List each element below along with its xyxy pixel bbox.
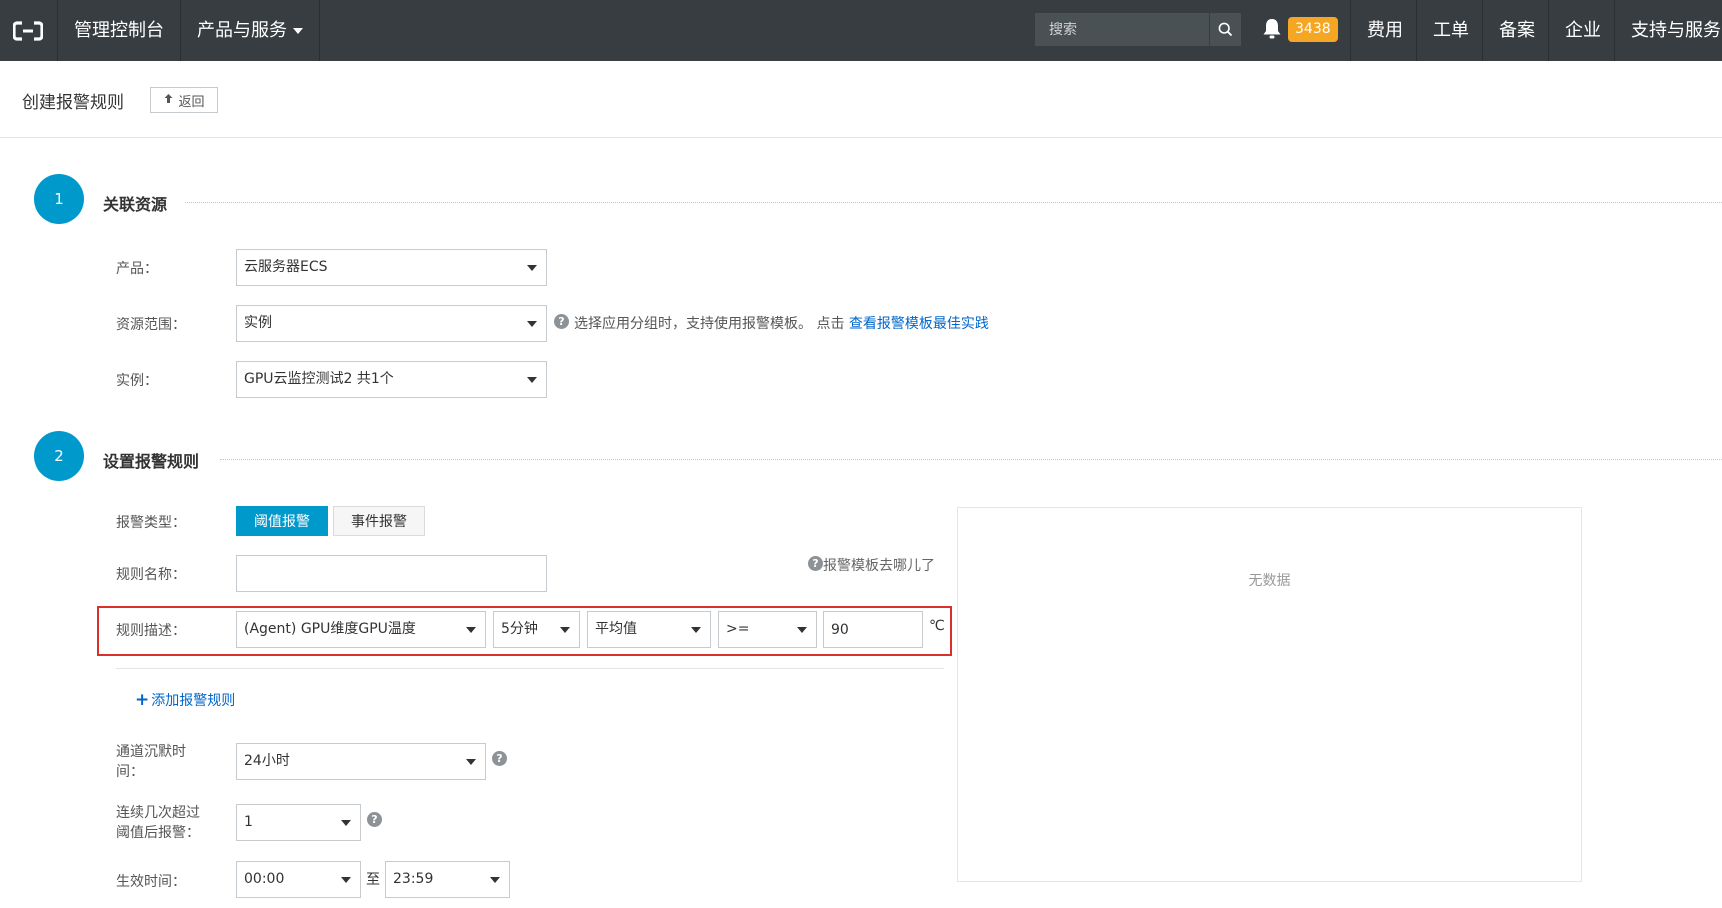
- chevron-down-icon: [797, 627, 807, 633]
- rule-name-input[interactable]: [236, 555, 547, 592]
- top-navbar: 管理控制台 产品与服务 3438 费用 工单 备案 企业 支持与服务: [0, 0, 1722, 61]
- chevron-down-icon: [466, 627, 476, 633]
- operator-select-value: >=: [726, 621, 750, 637]
- back-button-label: 返回: [178, 94, 205, 110]
- aliyun-logo-icon[interactable]: [0, 0, 56, 61]
- nav-icp-filing[interactable]: 备案: [1482, 0, 1551, 61]
- resource-scope-hint: 选择应用分组时，支持使用报警模板。 点击 查看报警模板最佳实践: [574, 313, 989, 333]
- products-menu[interactable]: 产品与服务: [180, 0, 320, 61]
- consecutive-count-value: 1: [244, 814, 253, 830]
- threshold-unit: ℃: [929, 618, 945, 634]
- template-best-practice-link[interactable]: 查看报警模板最佳实践: [849, 316, 989, 332]
- search-icon[interactable]: [1209, 13, 1241, 46]
- back-arrow-icon: [163, 93, 174, 108]
- effective-to-label: 至: [366, 872, 380, 888]
- chevron-down-icon: [341, 877, 351, 883]
- metric-chart-panel: 无数据: [957, 507, 1582, 882]
- console-home-link[interactable]: 管理控制台: [57, 0, 180, 61]
- no-data-text: 无数据: [1248, 573, 1291, 589]
- instance-label: 实例：: [116, 373, 158, 389]
- threshold-alarm-tab[interactable]: 阈值报警: [236, 506, 328, 536]
- products-menu-label: 产品与服务: [197, 20, 287, 41]
- step-1-title: 关联资源: [103, 195, 168, 214]
- question-circle-icon[interactable]: ?: [367, 812, 382, 827]
- period-select[interactable]: 5分钟: [493, 611, 580, 648]
- metric-select-value: (Agent) GPU维度GPU温度: [244, 621, 416, 637]
- effective-start-value: 00:00: [244, 871, 285, 887]
- statistic-select-value: 平均值: [595, 621, 637, 637]
- nav-billing[interactable]: 费用: [1350, 0, 1419, 61]
- rule-divider: [116, 668, 944, 669]
- question-circle-icon: ?: [554, 314, 569, 329]
- rule-description-label: 规则描述：: [116, 623, 186, 639]
- threshold-input[interactable]: [823, 611, 923, 648]
- silence-period-label-line1: 通道沉默时: [116, 744, 186, 760]
- page-header: 创建报警规则 返回: [0, 61, 1722, 138]
- resource-scope-hint-text: 选择应用分组时，支持使用报警模板。 点击: [574, 316, 845, 332]
- bell-icon[interactable]: [1262, 18, 1284, 42]
- consecutive-count-label-line2: 阈值后报警：: [116, 825, 200, 841]
- metric-select[interactable]: (Agent) GPU维度GPU温度: [236, 611, 486, 648]
- chevron-down-icon: [527, 321, 537, 327]
- step-2-circle: 2: [34, 431, 84, 481]
- chevron-down-icon: [466, 759, 476, 765]
- notification-count-badge[interactable]: 3438: [1288, 17, 1338, 42]
- silence-period-value: 24小时: [244, 753, 290, 769]
- resource-scope-label: 资源范围：: [116, 317, 186, 333]
- chevron-down-icon: [691, 627, 701, 633]
- effective-start-select[interactable]: 00:00: [236, 861, 361, 898]
- resource-scope-select[interactable]: 实例: [236, 305, 547, 342]
- back-button[interactable]: 返回: [150, 87, 218, 113]
- silence-period-label-line2: 间：: [116, 764, 144, 780]
- step-2-divider: [220, 459, 1722, 460]
- product-select-value: 云服务器ECS: [244, 259, 328, 275]
- question-circle-icon[interactable]: ?: [492, 751, 507, 766]
- effective-time-label: 生效时间：: [116, 874, 186, 890]
- consecutive-count-label: 连续几次超过 阈值后报警：: [116, 803, 200, 843]
- chevron-down-icon: [490, 877, 500, 883]
- template-location-link[interactable]: 报警模板去哪儿了: [823, 555, 935, 575]
- add-alarm-rule-link[interactable]: + 添加报警规则: [135, 690, 235, 710]
- step-1-divider: [185, 202, 1722, 203]
- statistic-select[interactable]: 平均值: [587, 611, 711, 648]
- operator-select[interactable]: >=: [718, 611, 817, 648]
- product-select[interactable]: 云服务器ECS: [236, 249, 547, 286]
- chevron-down-icon: [527, 265, 537, 271]
- instance-select-value: GPU云监控测试2 共1个: [244, 371, 394, 387]
- consecutive-count-select[interactable]: 1: [236, 804, 361, 841]
- search-input[interactable]: [1035, 13, 1209, 46]
- chevron-down-icon: [560, 627, 570, 633]
- caret-down-icon: [293, 28, 303, 34]
- instance-select[interactable]: GPU云监控测试2 共1个: [236, 361, 547, 398]
- silence-period-label: 通道沉默时 间：: [116, 742, 186, 782]
- question-circle-icon: ?: [808, 556, 823, 571]
- consecutive-count-label-line1: 连续几次超过: [116, 805, 200, 821]
- page-title: 创建报警规则: [22, 93, 124, 113]
- alarm-type-label: 报警类型：: [116, 515, 186, 531]
- product-label: 产品：: [116, 261, 158, 277]
- nav-enterprise[interactable]: 企业: [1548, 0, 1617, 61]
- rule-name-label: 规则名称：: [116, 567, 186, 583]
- period-select-value: 5分钟: [501, 621, 538, 637]
- effective-end-select[interactable]: 23:59: [385, 861, 510, 898]
- nav-support[interactable]: 支持与服务: [1614, 0, 1722, 61]
- nav-tickets[interactable]: 工单: [1416, 0, 1485, 61]
- add-alarm-rule-label: 添加报警规则: [151, 693, 236, 709]
- chevron-down-icon: [341, 820, 351, 826]
- resource-scope-value: 实例: [244, 315, 272, 331]
- silence-period-select[interactable]: 24小时: [236, 743, 486, 780]
- search-box: [1035, 13, 1241, 46]
- plus-icon: +: [135, 690, 150, 710]
- event-alarm-tab[interactable]: 事件报警: [333, 506, 425, 536]
- chevron-down-icon: [527, 377, 537, 383]
- effective-end-value: 23:59: [393, 871, 434, 887]
- step-1-circle: 1: [34, 174, 84, 224]
- step-2-title: 设置报警规则: [103, 452, 200, 471]
